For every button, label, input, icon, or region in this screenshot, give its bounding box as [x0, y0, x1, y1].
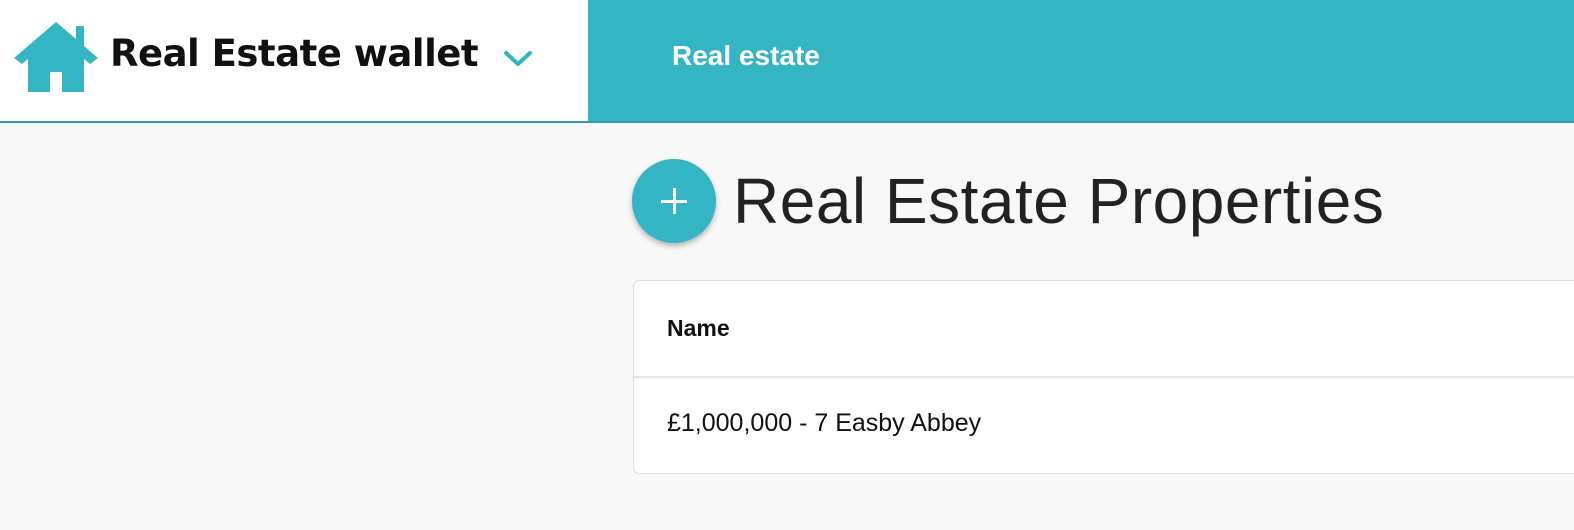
chevron-down-icon[interactable] — [500, 40, 536, 76]
main-nav: Real estate — [588, 0, 1574, 123]
house-icon — [14, 22, 98, 92]
brand-area: Real Estate wallet — [0, 0, 588, 123]
plus-icon-vertical — [673, 188, 676, 214]
add-property-button[interactable] — [632, 159, 716, 243]
table-row[interactable]: £1,000,000 - 7 Easby Abbey — [634, 378, 1574, 473]
nav-item-real-estate[interactable]: Real estate — [672, 40, 820, 72]
properties-table: Name £1,000,000 - 7 Easby Abbey — [633, 280, 1574, 474]
top-bar: Real Estate wallet Real estate — [0, 0, 1574, 123]
table-header: Name — [634, 281, 1574, 378]
page-title: Real Estate Properties — [733, 165, 1385, 237]
app-title: Real Estate wallet — [110, 32, 479, 75]
column-header-name[interactable]: Name — [667, 315, 730, 342]
property-name-cell[interactable]: £1,000,000 - 7 Easby Abbey — [667, 409, 981, 438]
